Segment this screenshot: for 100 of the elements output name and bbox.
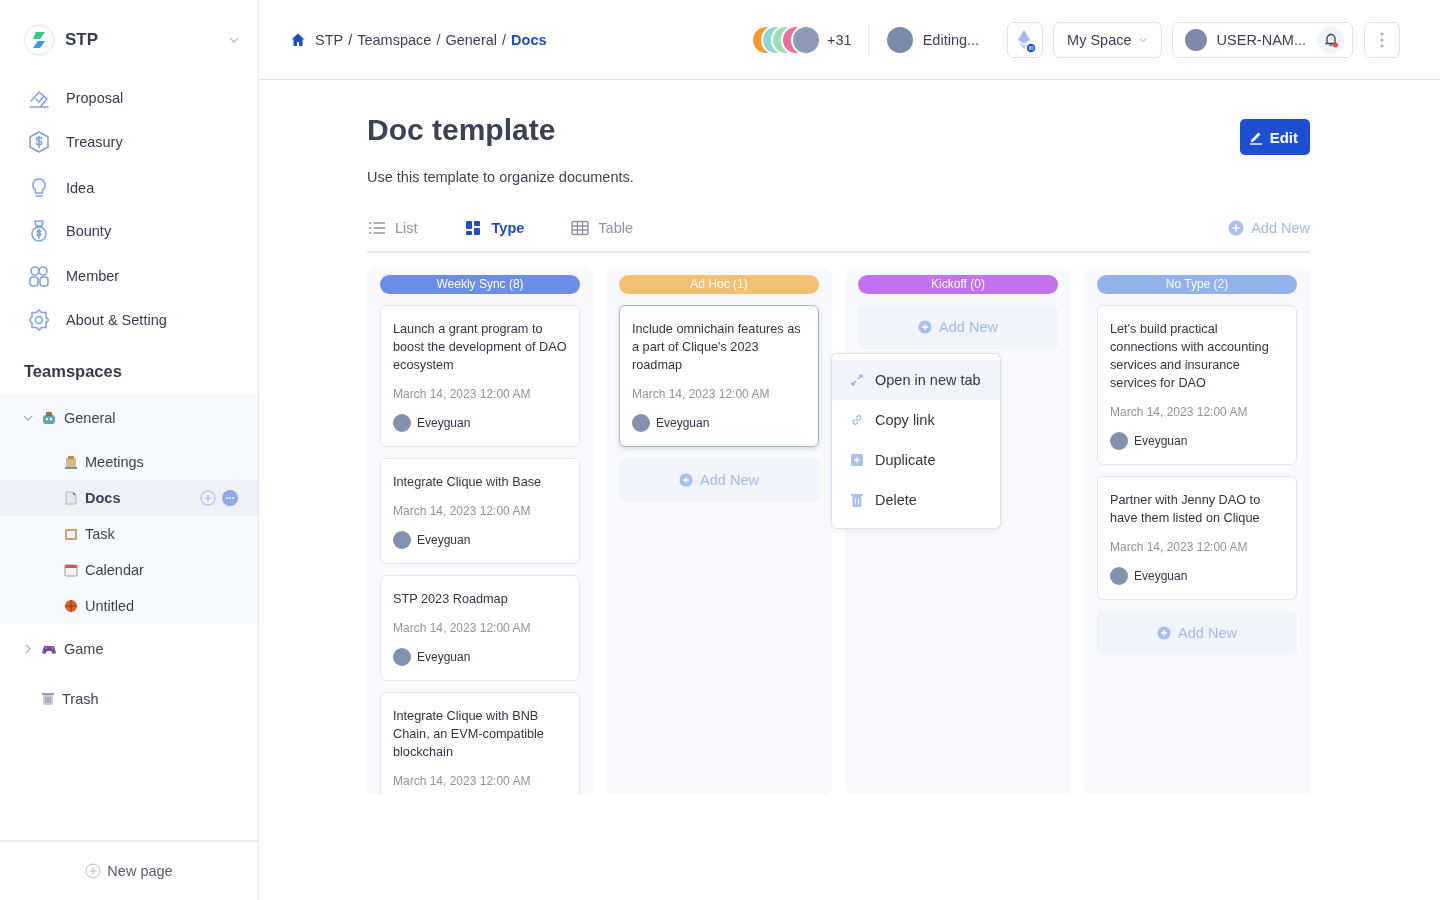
people-icon bbox=[27, 264, 51, 288]
tree-item[interactable]: Docs bbox=[0, 480, 258, 516]
notifications-button[interactable] bbox=[1318, 26, 1344, 53]
editing-status: Editing... bbox=[922, 31, 980, 48]
card-title: Partner with Jenny DAO to have them listed on Clique bbox=[1110, 492, 1262, 527]
doc-card[interactable]: Integrate Clique with Base March 14, 2023 12:00 AM Eveyguan bbox=[380, 458, 580, 564]
card-date: March 14, 2023 12:00 AM bbox=[393, 387, 532, 401]
section-title: Teamspaces bbox=[23, 362, 123, 381]
column-header: No Type (2) bbox=[1097, 275, 1297, 294]
breadcrumb-separator: / bbox=[502, 31, 507, 48]
tree-item[interactable]: Untitled bbox=[0, 588, 258, 624]
column-header: Ad Hoc (1) bbox=[619, 275, 819, 294]
avatar bbox=[1110, 432, 1128, 450]
username[interactable]: USER-NAM... bbox=[1216, 31, 1306, 48]
more-vertical-icon bbox=[1380, 31, 1384, 48]
plus-circle-icon bbox=[1228, 220, 1245, 236]
card-date: March 14, 2023 12:00 AM bbox=[632, 387, 771, 401]
card-title: Integrate Clique with BNB Chain, an EVM-compatible blockchain bbox=[393, 708, 545, 761]
breadcrumb-link[interactable]: General bbox=[445, 31, 497, 48]
collaborator-count: +31 bbox=[827, 31, 852, 48]
nav-item[interactable]: Treasury bbox=[27, 130, 123, 154]
menu-item[interactable]: Open in new tab bbox=[832, 360, 1000, 400]
tree-item[interactable]: Calendar bbox=[0, 552, 258, 588]
plus-circle-icon bbox=[200, 490, 216, 506]
plus-circle-icon bbox=[679, 473, 694, 487]
card-date: March 14, 2023 12:00 AM bbox=[393, 621, 532, 635]
trash-item[interactable]: Trash bbox=[0, 681, 258, 717]
avatar bbox=[1110, 567, 1128, 585]
expand-arrows-icon bbox=[849, 372, 865, 388]
bell-icon bbox=[1323, 31, 1339, 48]
robot-icon bbox=[41, 410, 57, 426]
doc-card[interactable]: STP 2023 Roadmap March 14, 2023 12:00 AM Eveyguan bbox=[380, 575, 580, 681]
author-name: Eveyguan bbox=[417, 416, 471, 430]
menu-item[interactable]: Delete bbox=[832, 480, 1000, 520]
trash-icon bbox=[849, 492, 865, 508]
avatar bbox=[393, 531, 411, 549]
breadcrumb-link[interactable]: Docs bbox=[511, 31, 547, 48]
duplicate-icon bbox=[849, 452, 865, 468]
document-icon bbox=[63, 490, 79, 506]
ball-icon bbox=[63, 598, 79, 614]
tree-item[interactable]: Task bbox=[0, 516, 258, 552]
card-date: March 14, 2023 12:00 AM bbox=[393, 774, 532, 788]
new-page-button[interactable]: New page bbox=[81, 859, 177, 883]
home-link[interactable] bbox=[290, 31, 306, 48]
card-date: March 14, 2023 12:00 AM bbox=[393, 504, 532, 518]
author-name: Eveyguan bbox=[417, 650, 471, 664]
card-date: March 14, 2023 12:00 AM bbox=[1110, 540, 1249, 554]
author-name: Eveyguan bbox=[1134, 569, 1188, 583]
author-name: Eveyguan bbox=[656, 416, 710, 430]
card-date: March 14, 2023 12:00 AM bbox=[1110, 405, 1249, 419]
card-title: Integrate Clique with Base bbox=[393, 474, 543, 491]
author-name: Eveyguan bbox=[1134, 434, 1188, 448]
settings-icon bbox=[27, 308, 51, 332]
doc-card[interactable]: Partner with Jenny DAO to have them listed on Clique March 14, 2023 12:00 AM Eveyguan bbox=[1097, 476, 1297, 600]
tree-item[interactable]: Meetings bbox=[0, 444, 258, 480]
avatar bbox=[632, 414, 650, 432]
page-title: Doc template bbox=[367, 113, 556, 147]
logo-icon bbox=[23, 24, 55, 56]
avatar bbox=[393, 648, 411, 666]
card-title: Include omnichain features as a part of Clique's 2023 roadmap bbox=[632, 321, 802, 374]
author-name: Eveyguan bbox=[417, 533, 471, 547]
column-header: Kickoff (0) bbox=[858, 275, 1058, 294]
card-title: Launch a grant program to boost the development of DAO ecosystem bbox=[393, 321, 567, 374]
view-tab[interactable]: Type bbox=[463, 219, 525, 237]
nav-item[interactable]: Bounty bbox=[27, 219, 112, 243]
avatar bbox=[791, 24, 822, 55]
home-icon bbox=[290, 31, 306, 48]
page-description: Use this template to organize documents. bbox=[367, 169, 635, 185]
plus-circle-icon bbox=[918, 320, 933, 334]
trash-bin-icon bbox=[40, 691, 56, 707]
edit-button[interactable]: Edit bbox=[1239, 119, 1310, 155]
card-title: Let's build practical connections with accounting services and insurance services for DAO bbox=[1110, 321, 1270, 392]
workspace-name[interactable]: STP bbox=[65, 30, 216, 50]
doc-card[interactable]: Launch a grant program to boost the development of DAO ecosystem March 14, 2023 12:00 AM Eveyguan bbox=[380, 305, 580, 447]
link-icon bbox=[849, 412, 865, 428]
breadcrumb-separator: / bbox=[436, 31, 441, 48]
breadcrumb-separator: / bbox=[348, 31, 353, 48]
doc-card[interactable]: Include omnichain features as a part of Clique's 2023 roadmap March 14, 2023 12:00 AM Eveyguan bbox=[619, 305, 819, 447]
tree-item[interactable]: General bbox=[0, 400, 258, 436]
menu-item[interactable]: Copy link bbox=[832, 400, 1000, 440]
more-icon bbox=[222, 490, 238, 506]
nav-item[interactable]: Member bbox=[27, 264, 120, 288]
plus-circle-icon bbox=[85, 863, 102, 879]
list-icon bbox=[367, 219, 387, 237]
card-title: STP 2023 Roadmap bbox=[393, 591, 509, 608]
network-button[interactable] bbox=[1007, 21, 1044, 58]
doc-card[interactable]: Let's build practical connections with accounting services and insurance services for DAO March 14, 2023 12:00 AM Eveyguan bbox=[1097, 305, 1297, 465]
nav-item[interactable]: Idea bbox=[27, 176, 95, 200]
table-icon bbox=[570, 219, 591, 237]
calendar-icon bbox=[63, 562, 79, 578]
column-header: Weekly Sync (8) bbox=[380, 275, 580, 294]
space-dropdown[interactable]: My Space bbox=[1053, 21, 1162, 58]
menu-item[interactable]: Duplicate bbox=[832, 440, 1000, 480]
doc-card[interactable]: Integrate Clique with BNB Chain, an EVM-compatible blockchain March 14, 2023 12:00 AM bbox=[380, 692, 580, 794]
nav-item[interactable]: About & Setting bbox=[27, 308, 167, 332]
avatar bbox=[393, 414, 411, 432]
nav-item[interactable]: Proposal bbox=[27, 86, 124, 110]
breadcrumb-link[interactable]: STP bbox=[315, 31, 344, 48]
breadcrumb-link[interactable]: Teamspace bbox=[357, 31, 432, 48]
tree-item[interactable]: Game bbox=[0, 631, 258, 667]
